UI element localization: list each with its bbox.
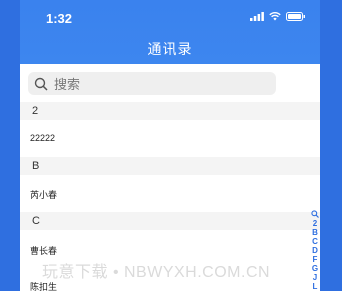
contacts-screen: 1:32 通讯录 搜索 2 22222 B 芮小春 C 曹长春 陈扣生 2 B … [20, 0, 320, 291]
section-header-c: C [20, 212, 320, 230]
index-letter[interactable]: J [313, 273, 317, 282]
watermark-text: 玩意下载 • NBWYXH.COM.CN [42, 264, 271, 281]
contact-item[interactable]: 曹长春 [30, 244, 57, 257]
index-letter[interactable]: C [312, 237, 318, 246]
nav-header: 1:32 通讯录 [20, 0, 320, 64]
section-header-2: 2 [20, 102, 320, 120]
index-letter[interactable]: F [313, 255, 318, 264]
frame-right-border [320, 0, 342, 291]
index-letter[interactable]: 2 [313, 219, 317, 228]
contact-item[interactable]: 芮小春 [30, 188, 57, 201]
alphabet-index-bar[interactable]: 2 B C D F G J L [310, 210, 320, 291]
signal-icon [250, 12, 264, 21]
contact-item[interactable]: 22222 [30, 133, 55, 143]
index-letter[interactable]: D [312, 246, 318, 255]
index-search-icon[interactable] [311, 210, 319, 218]
status-time: 1:32 [46, 11, 73, 26]
wifi-icon [269, 12, 281, 21]
index-letter[interactable]: B [312, 228, 318, 237]
search-placeholder: 搜索 [54, 77, 81, 92]
index-letter[interactable]: L [313, 282, 318, 291]
search-input[interactable]: 搜索 [28, 72, 276, 95]
page-title: 通讯录 [147, 41, 193, 57]
battery-icon [286, 12, 305, 21]
index-letter[interactable]: G [312, 264, 318, 273]
frame-left-border [0, 0, 20, 291]
section-header-b: B [20, 157, 320, 175]
search-icon [34, 77, 48, 91]
status-icons [250, 12, 306, 21]
